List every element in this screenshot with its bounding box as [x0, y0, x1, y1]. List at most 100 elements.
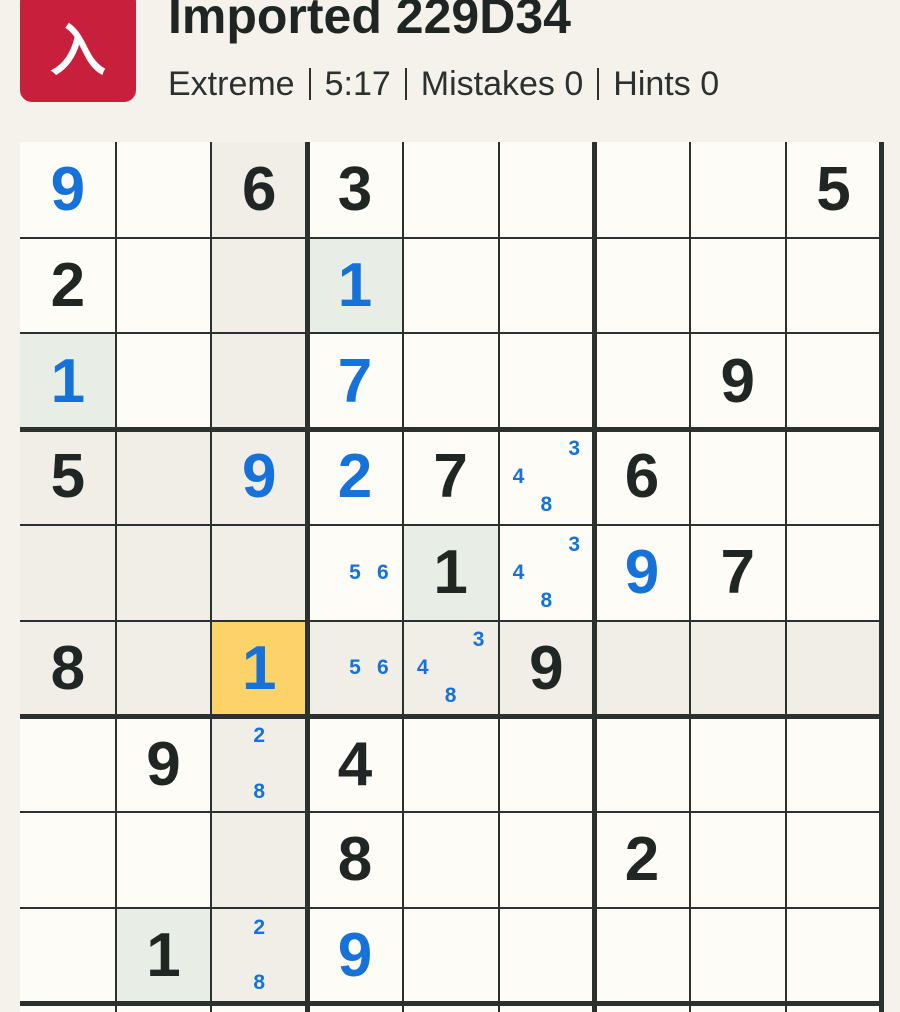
cell-r6c2[interactable] — [115, 620, 212, 717]
cell-r3c1[interactable]: 1 — [20, 333, 116, 430]
cell-r3c8[interactable]: 9 — [690, 333, 786, 429]
cell-r5c3[interactable] — [211, 524, 308, 621]
cell-r6c9[interactable] — [785, 620, 882, 717]
cell-r1c2[interactable] — [116, 142, 212, 238]
note-digit — [465, 654, 493, 682]
note-digit — [313, 654, 341, 682]
cell-r8c6[interactable] — [499, 812, 595, 908]
cell-r2c5[interactable] — [403, 238, 499, 334]
cell-r1c8[interactable] — [690, 142, 786, 238]
cell-r1c3[interactable]: 6 — [211, 142, 308, 238]
note-digit: 2 — [253, 915, 266, 939]
separator — [597, 68, 600, 100]
cell-r6c8[interactable] — [689, 620, 786, 717]
cell-r8c7[interactable]: 2 — [594, 812, 690, 908]
cell-r6c3[interactable]: 1 — [211, 620, 308, 717]
cell-r7c4[interactable]: 4 — [307, 716, 403, 812]
cell-r7c7[interactable] — [594, 716, 690, 812]
note-digit — [409, 627, 437, 655]
cell-r9c1[interactable] — [20, 908, 116, 1004]
cell-r5c4[interactable]: 56 — [307, 525, 403, 621]
note-digit — [245, 750, 273, 778]
cell-r1c7[interactable] — [594, 142, 690, 238]
cell-r1c6[interactable] — [499, 142, 595, 238]
cell-r6c7[interactable] — [594, 620, 690, 717]
note-digit: 8 — [444, 684, 457, 708]
cell-r7c9[interactable] — [786, 716, 882, 812]
cell-r1c9[interactable]: 5 — [786, 142, 882, 238]
cell-r4c3[interactable]: 9 — [211, 429, 308, 525]
cell-r6c6[interactable]: 9 — [498, 620, 595, 717]
cell-r8c3[interactable] — [211, 811, 308, 908]
cell-r2c4[interactable]: 1 — [307, 237, 403, 334]
cell-r7c5[interactable] — [403, 716, 499, 812]
cell-r5c2[interactable] — [115, 524, 212, 621]
cell-r9c2[interactable]: 1 — [115, 907, 212, 1004]
cell-r5c5[interactable]: 1 — [402, 524, 499, 621]
cell-r4c7[interactable]: 6 — [594, 429, 690, 525]
note-digit — [465, 682, 493, 710]
cell-r6c5[interactable]: 3 48 — [402, 620, 499, 717]
cell-r4c8[interactable] — [690, 429, 786, 525]
cell-r9c5[interactable] — [403, 908, 499, 1004]
cell-r6c4[interactable]: 56 — [307, 620, 403, 717]
cell-r5c8[interactable]: 7 — [690, 525, 786, 621]
note-digit — [313, 531, 341, 559]
cell-r5c9[interactable] — [786, 525, 882, 621]
cell-r1c5[interactable] — [403, 142, 499, 238]
cell-r2c1[interactable]: 2 — [20, 238, 116, 334]
note-digit — [313, 682, 341, 710]
cell-r3c6[interactable] — [499, 333, 595, 429]
note-digit — [341, 682, 369, 710]
cell-r4c6[interactable]: 3 48 — [499, 429, 595, 525]
cell-r3c7[interactable] — [594, 333, 690, 429]
cell-r8c8[interactable] — [690, 812, 786, 908]
cell-r8c5[interactable] — [403, 812, 499, 908]
note-digit — [560, 587, 588, 615]
cell-r3c3[interactable] — [211, 333, 308, 430]
cell-r4c2[interactable] — [115, 429, 212, 525]
cell-r7c1[interactable] — [20, 716, 116, 812]
cell-r7c3[interactable]: 28 — [211, 716, 308, 812]
cell-r7c2[interactable]: 9 — [116, 716, 212, 812]
cell-border-horizontal — [20, 619, 882, 622]
note-digit — [560, 463, 588, 491]
cell-r2c7[interactable] — [594, 238, 690, 334]
timer: 5:17 — [324, 65, 391, 103]
cell-r3c5[interactable] — [403, 333, 499, 429]
cell-r4c1[interactable]: 5 — [20, 429, 116, 525]
cell-r8c1[interactable] — [20, 812, 116, 908]
cell-r4c5[interactable]: 7 — [403, 429, 499, 525]
cell-r2c3[interactable] — [211, 237, 308, 334]
cell-r7c8[interactable] — [690, 716, 786, 812]
cell-r4c4[interactable]: 2 — [307, 429, 403, 525]
cell-r8c2[interactable] — [116, 812, 212, 908]
cell-r9c7[interactable] — [594, 908, 690, 1004]
cell-r9c8[interactable] — [690, 908, 786, 1004]
cell-r2c9[interactable] — [786, 238, 882, 334]
cell-r5c7[interactable]: 9 — [594, 525, 690, 621]
cell-r4c9[interactable] — [786, 429, 882, 525]
cell-r3c4[interactable]: 7 — [307, 333, 403, 429]
cell-r2c2[interactable] — [116, 238, 212, 334]
cell-r9c4[interactable]: 9 — [307, 908, 403, 1004]
cell-r3c2[interactable] — [116, 333, 212, 429]
cell-r1c4[interactable]: 3 — [307, 142, 403, 238]
cell-r2c8[interactable] — [690, 238, 786, 334]
note-digit — [505, 531, 533, 559]
cell-r9c3[interactable]: 28 — [211, 907, 308, 1004]
cell-r5c6[interactable]: 3 48 — [499, 525, 595, 621]
cell-r3c9[interactable] — [786, 333, 882, 429]
cell-r1c1[interactable]: 9 — [20, 142, 116, 238]
separator — [404, 68, 407, 100]
cell-r5c1[interactable] — [20, 524, 116, 621]
app-logo: 入 — [20, 0, 136, 102]
note-digit — [437, 654, 465, 682]
cell-r7c6[interactable] — [499, 716, 595, 812]
cell-r8c9[interactable] — [786, 812, 882, 908]
cell-r9c9[interactable] — [786, 908, 882, 1004]
cell-r2c6[interactable] — [499, 238, 595, 334]
cell-r8c4[interactable]: 8 — [307, 812, 403, 908]
cell-r9c6[interactable] — [499, 908, 595, 1004]
cell-r6c1[interactable]: 8 — [20, 620, 116, 717]
